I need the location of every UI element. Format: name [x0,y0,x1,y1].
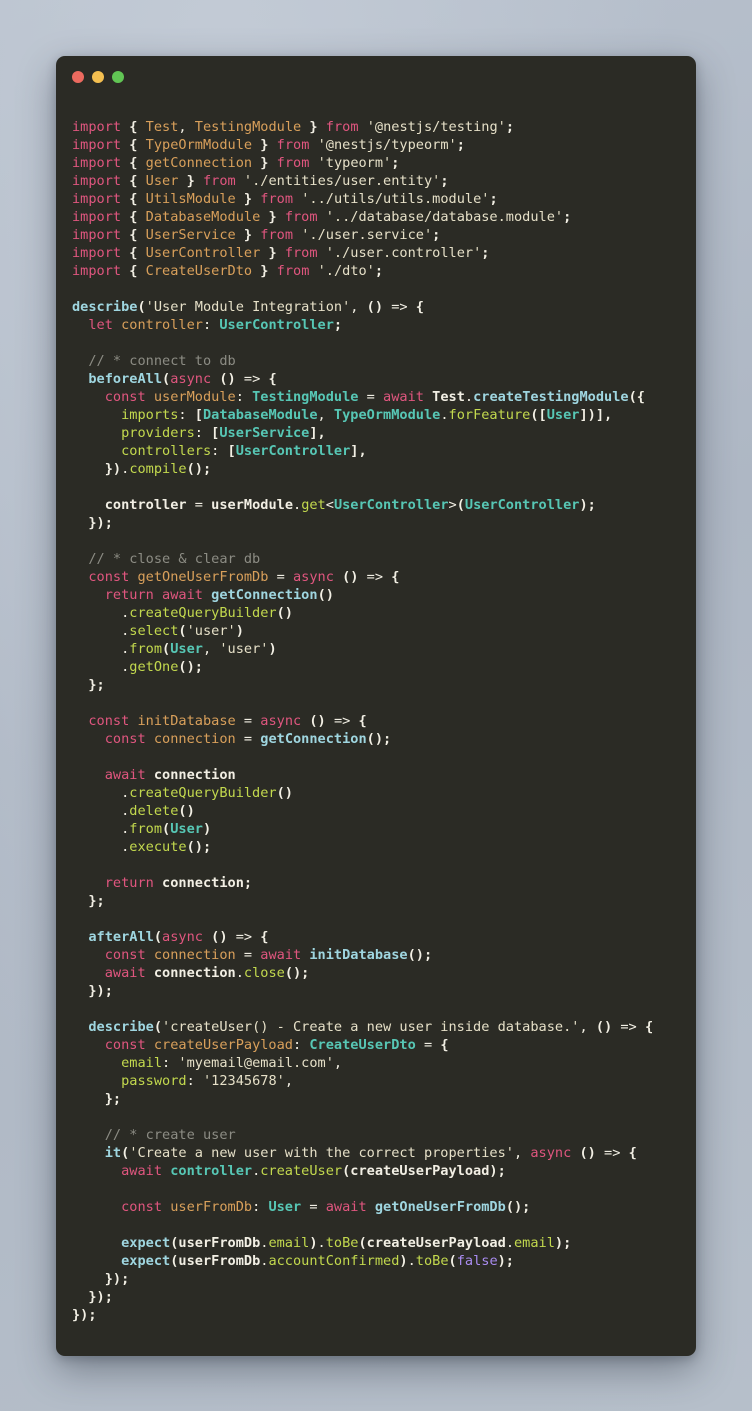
code-line: password: '12345678', [121,1073,293,1089]
code-line: import { UtilsModule } from '../utils/ut… [72,191,498,207]
maximize-window-button[interactable] [112,71,124,83]
code-line: }; [88,677,105,693]
code-line: .delete() [121,803,195,819]
code-line: controllers: [UserController], [121,443,367,459]
code-line: const createUserPayload: CreateUserDto =… [104,1037,449,1053]
code-line: const userModule: TestingModule = await … [104,389,645,405]
code-line: const getOneUserFromDb = async () => { [88,569,400,585]
code-line: email: 'myemail@email.com', [121,1055,343,1071]
code-line: return connection; [104,875,253,891]
code-line: expect(userFromDb.accountConfirmed).toBe… [121,1253,514,1269]
code-line: .from(User) [121,821,212,837]
code-line: .execute(); [121,839,212,855]
code-line: const connection = await initDatabase(); [104,947,433,963]
code-line: providers: [UserService], [121,425,326,441]
code-line: .createQueryBuilder() [121,605,293,621]
code-line: import { CreateUserDto } from './dto'; [72,263,384,279]
code-line: }; [88,893,105,909]
code-line: .createQueryBuilder() [121,785,293,801]
code-line: imports: [DatabaseModule, TypeOrmModule.… [121,407,613,423]
code-line: }); [104,1271,130,1287]
code-line: await connection [104,767,236,783]
code-line: beforeAll(async () => { [88,371,277,387]
code-area: import { Test, TestingModule } from '@ne… [56,96,696,1324]
code-line: import { Test, TestingModule } from '@ne… [72,119,515,135]
code-line: afterAll(async () => { [88,929,269,945]
code-line: expect(userFromDb.email).toBe(createUser… [121,1235,572,1251]
code-line: it('Create a new user with the correct p… [104,1145,637,1161]
code-line: }; [104,1091,122,1107]
code-line: await controller.createUser(createUserPa… [121,1163,506,1179]
code-line: import { User } from './entities/user.en… [72,173,449,189]
code-line: }); [88,515,113,531]
code-line: describe('createUser() - Create a new us… [88,1019,654,1035]
code-line: import { TypeOrmModule } from '@nestjs/t… [72,137,465,153]
code-line: const initDatabase = async () => { [88,713,367,729]
code-line: }); [72,1307,97,1323]
code-line: // * create user [104,1127,236,1143]
minimize-window-button[interactable] [92,71,104,83]
code-line: .getOne(); [121,659,203,675]
code-snippet-window: import { Test, TestingModule } from '@ne… [56,56,696,1356]
code-line: import { DatabaseModule } from '../datab… [72,209,572,225]
close-window-button[interactable] [72,71,84,83]
window-title-bar [56,56,696,96]
code-line: }).compile(); [104,461,212,477]
code-line: }); [88,983,113,999]
code-line: let controller: UserController; [88,317,343,333]
code-line: }); [88,1289,113,1305]
code-line: const userFromDb: User = await getOneUse… [121,1199,531,1215]
code-line: controller = userModule.get<UserControll… [104,497,596,513]
code-line: import { UserService } from './user.serv… [72,227,441,243]
code-line: .from(User, 'user') [121,641,277,657]
code-line: return await getConnection() [104,587,334,603]
code-line: // * connect to db [88,353,236,369]
code-line: const connection = getConnection(); [104,731,392,747]
code-line: .select('user') [121,623,244,639]
code-line: await connection.close(); [104,965,310,981]
code-line: import { UserController } from './user.c… [72,245,490,261]
code-block: import { Test, TestingModule } from '@ne… [72,118,696,1324]
code-line: // * close & clear db [88,551,261,567]
code-line: describe('User Module Integration', () =… [72,299,424,315]
code-line: import { getConnection } from 'typeorm'; [72,155,400,171]
